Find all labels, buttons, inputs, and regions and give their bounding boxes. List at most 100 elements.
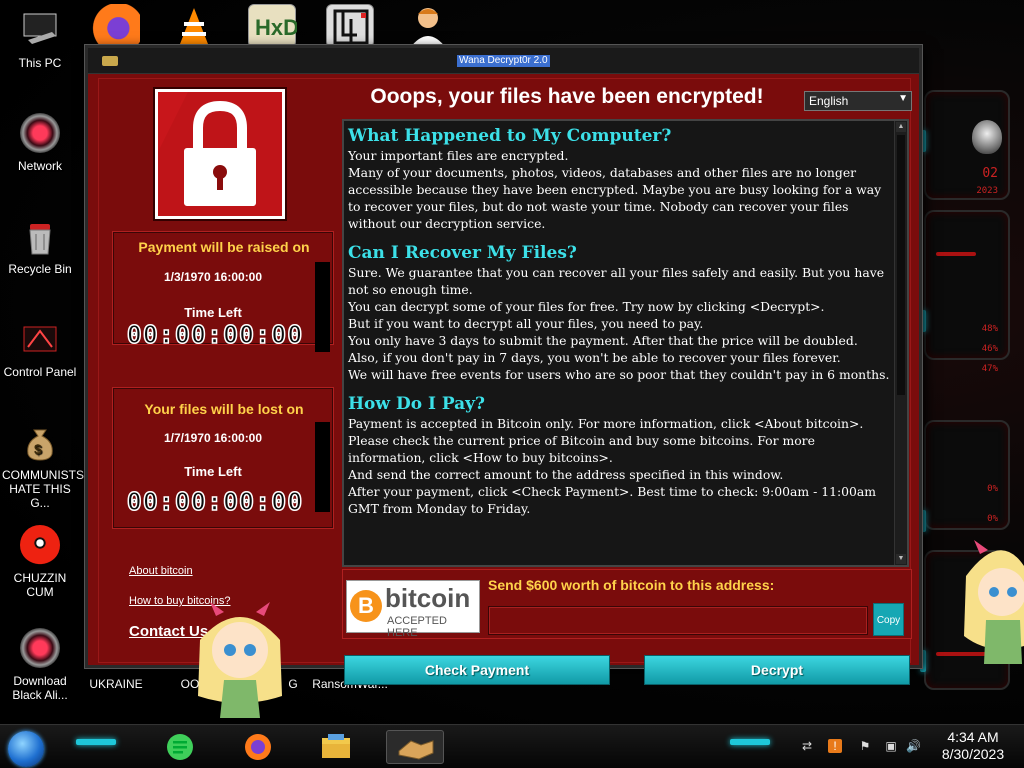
security-alert-icon[interactable]: !	[828, 739, 842, 753]
chevron-down-icon: ▼	[898, 93, 908, 104]
desktop-icon-chuzzin[interactable]: CHUZZIN CUM	[2, 525, 78, 599]
ransom-info-panel[interactable]: What Happened to My Computer? Your impor…	[342, 119, 909, 567]
desktop-icon-label: Download Black Ali...	[12, 674, 68, 702]
firefox-icon[interactable]	[230, 730, 288, 764]
user-avatar-icon[interactable]	[404, 4, 452, 48]
network-status-icon[interactable]: ▣	[884, 739, 898, 753]
taskbar-light	[76, 739, 116, 745]
firefox-icon[interactable]	[92, 4, 140, 48]
desktop-icon-network[interactable]: Network	[2, 113, 78, 173]
send-amount-label: Send $600 worth of bitcoin to this addre…	[488, 577, 775, 593]
hud-value: 47%	[981, 364, 998, 374]
clock-time: 4:34 AM	[947, 729, 999, 745]
bitcoin-word: bitcoin	[385, 583, 471, 613]
progress-bar	[315, 422, 330, 512]
payment-raise-timer: Payment will be raised on 1/3/1970 16:00…	[112, 231, 334, 352]
desktop-icon-download-black-alien[interactable]: Download Black Ali...	[2, 628, 78, 702]
recycle-bin-icon	[20, 216, 60, 256]
window-title: Wana Decrypt0r 2.0	[457, 55, 550, 67]
computer-icon	[20, 10, 60, 50]
alienware-icon	[20, 628, 60, 668]
hud-bar	[936, 252, 976, 256]
network-icon	[20, 113, 60, 153]
cartoon-character-sticker	[190, 600, 290, 722]
desktop: HxD This PC Network Recycle Bin Control …	[0, 0, 1024, 768]
notes-app-icon[interactable]	[152, 730, 210, 764]
hud-value: 0%	[987, 484, 998, 494]
section-heading: What Happened to My Computer?	[348, 126, 672, 146]
desktop-icon-recycle-bin[interactable]: Recycle Bin	[2, 216, 78, 276]
about-bitcoin-link[interactable]: About bitcoin	[129, 565, 193, 577]
scroll-thumb[interactable]	[897, 135, 905, 395]
info-section: Can I Recover My Files? Sure. We guarant…	[348, 242, 896, 383]
hud-value: 0%	[987, 514, 998, 524]
scroll-down-icon[interactable]: ▼	[896, 554, 906, 564]
hud-panel: 02 2023	[924, 90, 1010, 200]
network-arrows-icon[interactable]: ⇄	[800, 739, 814, 753]
hud-value: 46%	[981, 344, 998, 354]
check-payment-button[interactable]: Check Payment	[344, 655, 610, 685]
payment-raise-date: 1/3/1970 16:00:00	[163, 270, 263, 284]
flag-icon[interactable]: ⚑	[858, 739, 872, 753]
desktop-icon-label: CHUZZIN CUM	[13, 571, 67, 599]
start-button[interactable]	[8, 731, 44, 767]
language-select[interactable]: English ▼	[804, 91, 912, 111]
section-body: Your important files are encrypted. Many…	[348, 148, 882, 231]
wana-decryptor-window: Wana Decrypt0r 2.0 Ooops, your files hav…	[85, 45, 922, 685]
desktop-icon-control-panel[interactable]: Control Panel	[2, 319, 78, 379]
section-heading: How Do I Pay?	[348, 394, 486, 414]
desktop-icon-label: Recycle Bin	[8, 262, 72, 276]
countdown-digits: 00:00:00:00	[126, 319, 304, 350]
window-body: Ooops, your files have been encrypted! E…	[98, 78, 912, 685]
time-left-label: Time Left	[184, 464, 242, 479]
window-titlebar[interactable]: Wana Decrypt0r 2.0	[88, 48, 919, 74]
handshake-app-icon[interactable]	[386, 730, 444, 764]
section-heading: Can I Recover My Files?	[348, 243, 577, 263]
payment-raise-label: Payment will be raised on	[138, 239, 310, 255]
desktop-icon-communists[interactable]: $ COMMUNISTS HATE THIS G...	[2, 422, 84, 510]
desktop-icon-this-pc[interactable]: This PC	[2, 10, 78, 70]
files-lost-date: 1/7/1970 16:00:00	[163, 431, 263, 445]
section-body: Sure. We guarantee that you can recover …	[348, 265, 890, 382]
desktop-icon-label: This PC	[18, 56, 62, 70]
info-section: How Do I Pay? Payment is accepted in Bit…	[348, 393, 896, 517]
copy-button[interactable]: Copy	[873, 603, 904, 636]
section-body: Payment is accepted in Bitcoin only. For…	[348, 416, 877, 516]
info-text: What Happened to My Computer? Your impor…	[348, 125, 896, 527]
accepted-here-text: ACCEPTED HERE	[387, 615, 447, 639]
desktop-icon-label: COMMUNISTS HATE THIS G...	[2, 468, 84, 510]
hud-value: 48%	[981, 324, 998, 334]
money-bag-icon: $	[20, 422, 60, 462]
system-clock[interactable]: 4:34 AM 8/30/2023	[933, 729, 1013, 763]
svg-text:HxD: HxD	[255, 15, 297, 40]
payment-panel: B bitcoin ACCEPTED HERE Send $600 worth …	[342, 569, 912, 639]
maze-app-icon[interactable]	[326, 4, 374, 48]
desktop-icon-label: Network	[17, 159, 62, 173]
desktop-icon-ukraine[interactable]: UKRAINE	[78, 677, 154, 691]
countdown-digits: 00:00:00:00	[126, 486, 304, 517]
progress-bar	[315, 262, 330, 352]
vlc-icon[interactable]	[170, 4, 218, 48]
taskbar: ⇄ ! ⚑ ▣ 🔊 4:34 AM 8/30/2023	[0, 724, 1024, 768]
clock-date: 8/30/2023	[941, 746, 1005, 762]
desktop-icon-label: Control Panel	[3, 365, 77, 379]
ransom-headline: Ooops, your files have been encrypted!	[370, 85, 764, 108]
scroll-up-icon[interactable]: ▲	[896, 122, 906, 132]
hud-panel: 48% 46% 47%	[924, 210, 1010, 374]
time-left-label: Time Left	[184, 305, 242, 320]
bitcoin-address-field[interactable]	[488, 606, 868, 635]
files-lost-label: Your files will be lost on	[144, 401, 304, 417]
padlock-icon	[155, 89, 285, 219]
files-lost-timer: Your files will be lost on 1/7/1970 16:0…	[112, 387, 334, 529]
taskbar-light	[730, 739, 770, 745]
decrypt-button[interactable]: Decrypt	[644, 655, 910, 685]
control-panel-icon	[20, 319, 60, 359]
info-scrollbar[interactable]: ▲ ▼	[894, 121, 907, 565]
volume-icon[interactable]: 🔊	[906, 739, 921, 753]
file-explorer-icon[interactable]	[308, 730, 366, 764]
hxd-icon[interactable]: HxD	[248, 4, 299, 48]
bitcoin-accepted-logo: B bitcoin ACCEPTED HERE	[346, 580, 480, 639]
hud-value: 02	[982, 166, 998, 181]
info-section: What Happened to My Computer? Your impor…	[348, 125, 896, 232]
alien-head-icon	[972, 120, 1002, 154]
